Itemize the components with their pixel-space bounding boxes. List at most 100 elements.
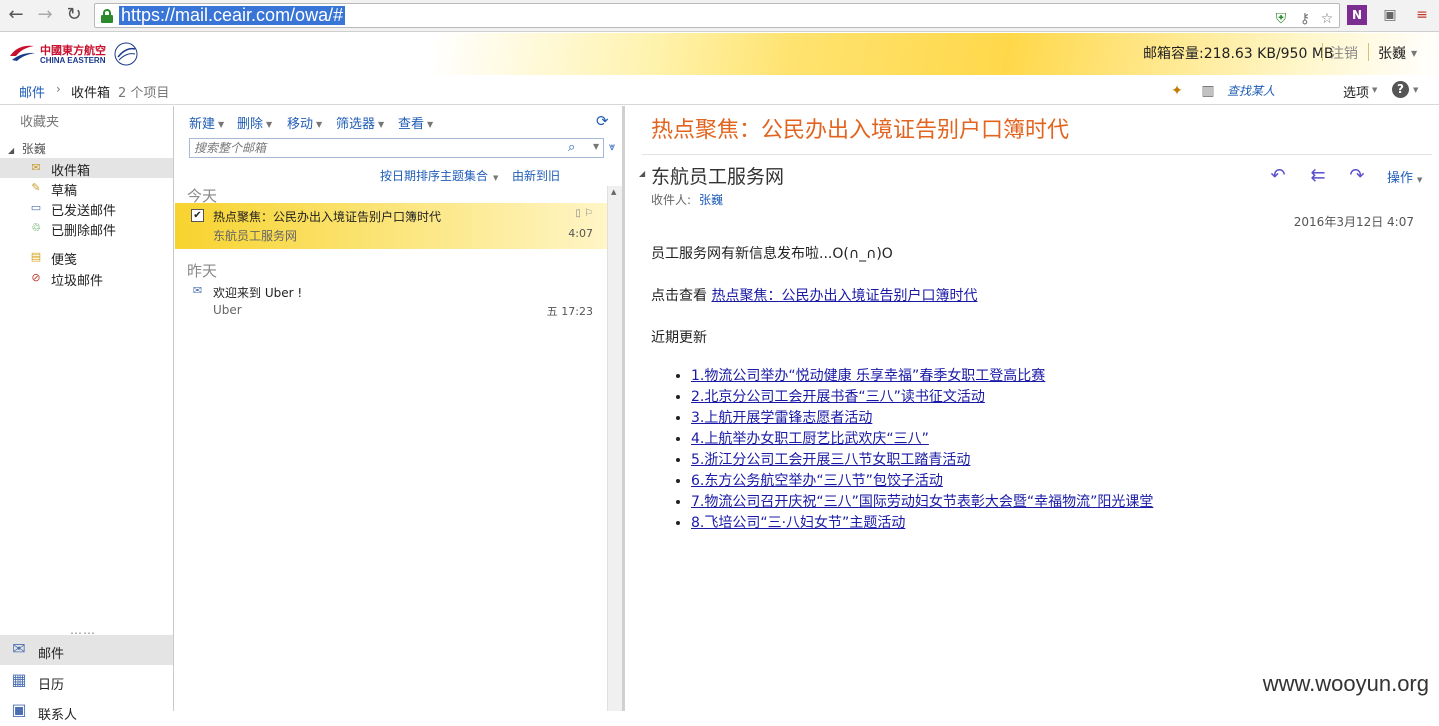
filter-menu[interactable]: 筛选器 ▼ — [336, 113, 384, 132]
refresh-icon[interactable]: ⟳ — [596, 112, 609, 130]
search-input[interactable] — [194, 140, 564, 156]
chevron-down-icon[interactable]: ▼ — [1413, 86, 1418, 94]
reading-sender[interactable]: 东航员工服务网 — [651, 162, 784, 189]
nav-contacts[interactable]: ▣ 联系人 — [0, 696, 173, 726]
forward-arrow-icon[interactable]: → — [34, 4, 56, 26]
folder-deleted[interactable]: ♲ 已删除邮件 — [0, 218, 173, 239]
delete-menu[interactable]: 删除 ▼ — [237, 113, 272, 132]
move-menu[interactable]: 移动 ▼ — [287, 113, 322, 132]
favorites-header[interactable]: 收藏夹 — [20, 111, 59, 130]
search-icon[interactable]: ⌕ — [568, 140, 575, 155]
folder-inbox[interactable]: ✉ 收件箱 — [0, 158, 173, 179]
collapse-triangle-icon[interactable]: ◢ — [639, 169, 645, 178]
chevron-down-icon[interactable]: ▼ — [1411, 49, 1417, 58]
folder-label: 草稿 — [51, 184, 78, 199]
actions-menu[interactable]: 操作 ▼ — [1387, 167, 1422, 186]
nav-mail[interactable]: ✉ 邮件 — [0, 635, 173, 665]
folder-pane: 收藏夹 ◢ 张巍 ✉ 收件箱 ✎ 草稿 ▭ 已发送邮件 ♲ 已删除邮件 ▤ 便笺… — [0, 106, 174, 723]
flag-icon[interactable]: ▯ ⚐ — [575, 208, 593, 219]
key-icon[interactable]: ⚷ — [1295, 9, 1315, 29]
breadcrumb-inbox: 收件箱 — [71, 86, 111, 101]
checkbox-checked-icon[interactable]: ✔ — [191, 209, 204, 222]
double-chevron-down-icon[interactable]: ⩔ — [609, 140, 615, 154]
update-link[interactable]: 7.物流公司召开庆祝“三八”国际劳动妇女节表彰大会暨“幸福物流”阳光课堂 — [691, 494, 1153, 510]
sort-label: 按日期排序主题集合 — [380, 169, 489, 183]
update-link[interactable]: 4.上航举办女职工厨艺比武欢庆“三八” — [691, 431, 929, 447]
watermark: www.wooyun.org — [1262, 671, 1429, 696]
list-scrollbar[interactable]: ▲ — [607, 186, 622, 711]
update-link[interactable]: 3.上航开展学雷锋志愿者活动 — [691, 410, 872, 426]
folder-sent[interactable]: ▭ 已发送邮件 — [0, 198, 173, 219]
update-link[interactable]: 5.浙江分公司工会开展三八节女职工踏青活动 — [691, 452, 970, 468]
message-row[interactable]: ✉ 欢迎来到 Uber ! Uber 五 17:23 — [175, 279, 607, 325]
calendar-icon: ▦ — [11, 670, 27, 689]
message-row[interactable]: ✔ 热点聚焦：公民办出入境证告别户口簿时代 ▯ ⚐ 东航员工服务网 4:07 — [175, 203, 607, 249]
shield-icon[interactable]: ⛨ — [1271, 9, 1291, 29]
menu-label: 查看 — [398, 117, 425, 132]
click-prefix: 点击查看 — [651, 288, 707, 304]
message-date: 2016年3月12日 4:07 — [1293, 215, 1414, 229]
folder-notes[interactable]: ▤ 便笺 — [0, 247, 173, 268]
message-time: 4:07 — [568, 227, 593, 240]
folder-label: 已发送邮件 — [51, 204, 117, 219]
update-link[interactable]: 8.飞培公司“三·八妇女节”主题活动 — [691, 515, 905, 531]
nav-label: 日历 — [38, 678, 65, 693]
address-book-icon[interactable]: ▥ — [1199, 82, 1217, 100]
reading-pane: 热点聚焦：公民办出入境证告别户口簿时代 ◢ 东航员工服务网 收件人: 张巍 ↶ … — [628, 106, 1439, 711]
menu-icon[interactable]: ≡ — [1412, 5, 1432, 25]
sent-icon: ▭ — [30, 201, 42, 214]
recipient-name[interactable]: 张巍 — [699, 191, 723, 208]
reading-subject: 热点聚焦：公民办出入境证告别户口簿时代 — [651, 118, 1070, 143]
chevron-down-icon[interactable]: ▼ — [593, 142, 599, 151]
owa-header: 中國東方航空 CHINA EASTERN 邮箱容量:218.63 KB/950 … — [0, 33, 1439, 75]
scroll-up-icon[interactable]: ▲ — [611, 188, 616, 196]
message-sender: Uber — [213, 303, 242, 317]
view-menu[interactable]: 查看 ▼ — [398, 113, 433, 132]
breadcrumb-mail[interactable]: 邮件 — [19, 82, 45, 101]
reply-all-icon[interactable]: ⇇ — [1305, 166, 1331, 186]
list-item: 8.飞培公司“三·八妇女节”主题活动 — [691, 513, 1411, 534]
reply-icon[interactable]: ↶ — [1265, 166, 1291, 186]
update-link[interactable]: 6.东方公务航空举办“三八节”包饺子活动 — [691, 473, 943, 489]
flag-people-icon[interactable]: ✦ — [1168, 82, 1186, 100]
new-menu[interactable]: 新建 ▼ — [189, 113, 224, 132]
user-menu[interactable]: 张巍 — [1378, 43, 1406, 63]
folder-drafts[interactable]: ✎ 草稿 — [0, 178, 173, 199]
reader-icon[interactable]: ▣ — [1380, 5, 1400, 25]
actions-label: 操作 — [1387, 171, 1414, 186]
sort-by-menu[interactable]: 按日期排序主题集合 ▼ — [380, 167, 498, 184]
onenote-icon[interactable]: N — [1347, 5, 1367, 25]
menu-label: 删除 — [237, 117, 264, 132]
url-text[interactable]: https://mail.ceair.com/owa/# — [119, 6, 346, 25]
folder-label: 收件箱 — [51, 164, 91, 179]
message-subject: 热点聚焦：公民办出入境证告别户口簿时代 — [213, 210, 442, 224]
drafts-icon: ✎ — [31, 181, 41, 194]
find-people-link[interactable]: 查找某人 — [1227, 82, 1275, 99]
update-link[interactable]: 2.北京分公司工会开展书香“三八”读书征文活动 — [691, 389, 985, 405]
sort-order-toggle[interactable]: 由新到旧 — [512, 167, 560, 184]
search-box: ⌕ ▼ — [189, 138, 604, 158]
forward-icon[interactable]: ↷ — [1344, 166, 1370, 186]
recipient-label: 收件人: — [651, 193, 692, 207]
collapse-triangle-icon[interactable]: ◢ — [8, 146, 14, 155]
chevron-down-icon[interactable]: ▼ — [1372, 86, 1377, 94]
options-menu[interactable]: 选项 — [1343, 82, 1369, 101]
address-bar[interactable]: https://mail.ceair.com/owa/# ⛨ ⚷ ☆ — [94, 3, 1340, 28]
chevron-down-icon: ▼ — [493, 174, 499, 182]
reload-icon[interactable]: ↻ — [63, 4, 85, 26]
star-icon[interactable]: ☆ — [1317, 9, 1337, 29]
folder-label: 垃圾邮件 — [51, 274, 104, 289]
contacts-icon: ▣ — [11, 700, 27, 719]
breadcrumb: 邮件 › 收件箱 2 个项目 ✦ ▥ 查找某人 选项 ▼ ? ▼ — [0, 76, 1439, 105]
account-node[interactable]: ◢ 张巍 — [8, 140, 46, 157]
back-arrow-icon[interactable]: ← — [5, 4, 27, 26]
help-icon[interactable]: ? — [1392, 81, 1409, 98]
logout-link[interactable]: 注销 — [1330, 43, 1358, 63]
update-link[interactable]: 1.物流公司举办“悦动健康 乐享幸福”春季女职工登高比赛 — [691, 368, 1045, 384]
nav-calendar[interactable]: ▦ 日历 — [0, 666, 173, 696]
chevron-down-icon: ▼ — [316, 120, 323, 129]
folder-junk[interactable]: ⊘ 垃圾邮件 — [0, 268, 173, 289]
message-sender: 东航员工服务网 — [213, 229, 298, 243]
article-link[interactable]: 热点聚焦：公民办出入境证告别户口簿时代 — [711, 288, 977, 304]
junk-icon: ⊘ — [31, 271, 41, 284]
